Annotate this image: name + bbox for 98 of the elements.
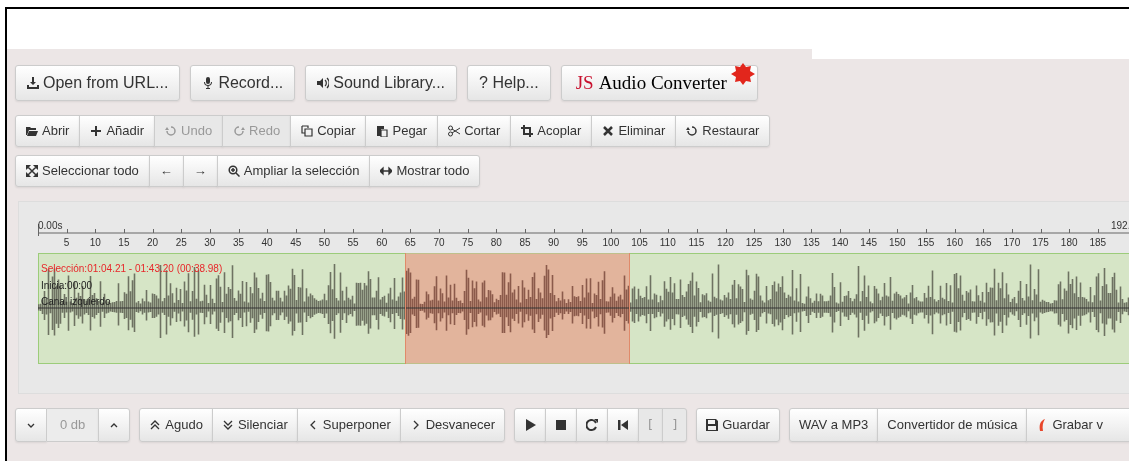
icon-button[interactable] [545,408,578,442]
ruler-label: 110 [659,237,676,248]
double-arrow-icon [380,165,393,177]
ruler-label: 15 [118,237,130,248]
ruler-label: 35 [232,237,245,248]
toolbar-button[interactable]: Sound Library... [305,65,458,101]
toolbar-button[interactable]: Agudo [139,408,213,442]
ruler-label: 105 [631,237,648,248]
ruler-label: 150 [888,237,906,248]
ruler-label: 145 [860,237,877,248]
ruler-label: 180 [1060,237,1078,248]
ruler-label: 0.00s [38,220,63,231]
ruler-label: 95 [576,237,588,248]
expand-icon [26,165,38,177]
toolbar-button[interactable]: Abrir [15,115,81,147]
copy-icon [301,125,314,137]
ruler-label: 130 [774,237,792,248]
toolbar-button[interactable]: Grabar v [1026,408,1129,442]
ruler-label: 25 [175,237,187,248]
ruler-label: 85 [519,237,531,248]
selection-start-edge[interactable] [405,253,407,364]
save-icon [706,419,719,431]
toolbar-button[interactable]: Cortar [437,115,512,147]
ruler-label: 155 [917,237,935,248]
icon-button[interactable] [514,408,547,442]
waveform-drawing[interactable] [38,253,1129,364]
scissors-icon [448,125,461,137]
toolbar-button[interactable]: ? Help... [467,65,551,101]
repeat-icon [586,419,599,431]
ruler-label: 10 [89,237,101,248]
toolbar-button[interactable]: Record... [190,65,296,101]
undo-icon [165,125,178,137]
ruler-label: 50 [318,237,330,248]
crop-icon [521,125,534,137]
ruler-label: 90 [548,237,560,248]
toolbar-button[interactable]: Open from URL... [15,65,181,101]
ruler-label: 185 [1089,237,1107,248]
new-badge-icon [730,63,755,85]
ruler-label: 65 [404,237,416,248]
ruler-label: 60 [376,237,388,248]
play-icon [524,419,537,431]
toolbar-button[interactable]: Superponer [296,408,401,442]
toolbar-button[interactable]: → [182,155,218,187]
ruler-label: 30 [204,237,216,248]
ruler-label: 115 [688,237,705,248]
double-chevron-up-icon [149,419,162,431]
toolbar-button[interactable]: Ampliar la selección [216,155,371,187]
toolbar-button[interactable]: Mostrar todo [369,155,481,187]
volume-display: 0 db [47,408,99,442]
toolbar-button[interactable]: WAV a MP3 [788,408,879,442]
toolbar-button[interactable]: Restaurar [675,115,771,147]
ruler-label: 5 [63,237,70,248]
toolbar-button[interactable]: Añadir [79,115,156,147]
ruler-label: 55 [347,237,359,248]
download-icon [27,77,39,89]
skip-back-icon [617,419,630,431]
icon-button[interactable] [607,408,640,442]
icon-button[interactable] [576,408,609,442]
ruler-label: 165 [974,237,992,248]
ruler-label: 100 [602,237,620,248]
redo-icon [233,125,246,137]
microphone-icon [202,77,215,89]
cross-icon [602,125,615,137]
ruler-label: 80 [490,237,502,248]
toolbar-button[interactable]: Copiar [290,115,367,147]
ruler-label: 45 [290,237,302,248]
toolbar-button[interactable]: Silenciar [211,408,298,442]
zoom-icon [227,165,240,177]
toolbar-button[interactable]: Acoplar [510,115,593,147]
ruler-label: 70 [433,237,445,248]
ruler-label: 120 [717,237,734,248]
toolbar-button[interactable]: Eliminar [591,115,677,147]
double-chevron-down-icon [221,419,234,431]
folder-icon [26,125,38,137]
ruler-label: 160 [946,237,963,248]
ruler-label: 75 [462,237,474,248]
logo-button[interactable]: JS Audio Converter [560,65,758,101]
toolbar-button[interactable]: Desvanecer [399,408,506,442]
ruler-label: 135 [803,237,820,248]
ruler-label: 175 [1032,237,1049,248]
undo-icon [686,125,699,137]
speaker-icon [317,77,330,89]
selection-end-edge[interactable] [628,253,630,364]
stop-icon [555,419,568,431]
ruler-label: 20 [146,237,159,248]
ruler-label: 40 [261,237,273,248]
ruler-label: 192. [1111,220,1129,231]
toolbar-button[interactable]: Seleccionar todo [15,155,150,187]
plus-icon [90,125,103,137]
save-button[interactable]: Guardar [696,408,780,442]
toolbar-button[interactable]: Pegar [365,115,439,147]
ruler-label: 125 [745,237,763,248]
waveform-label: Canal izquierdo [41,296,111,308]
paste-icon [376,125,389,137]
ruler-label: 170 [1003,237,1021,248]
ruler-label: 140 [831,237,849,248]
toolbar-button[interactable]: Convertidor de música [877,408,1028,442]
toolbar-button[interactable]: ← [148,155,184,187]
